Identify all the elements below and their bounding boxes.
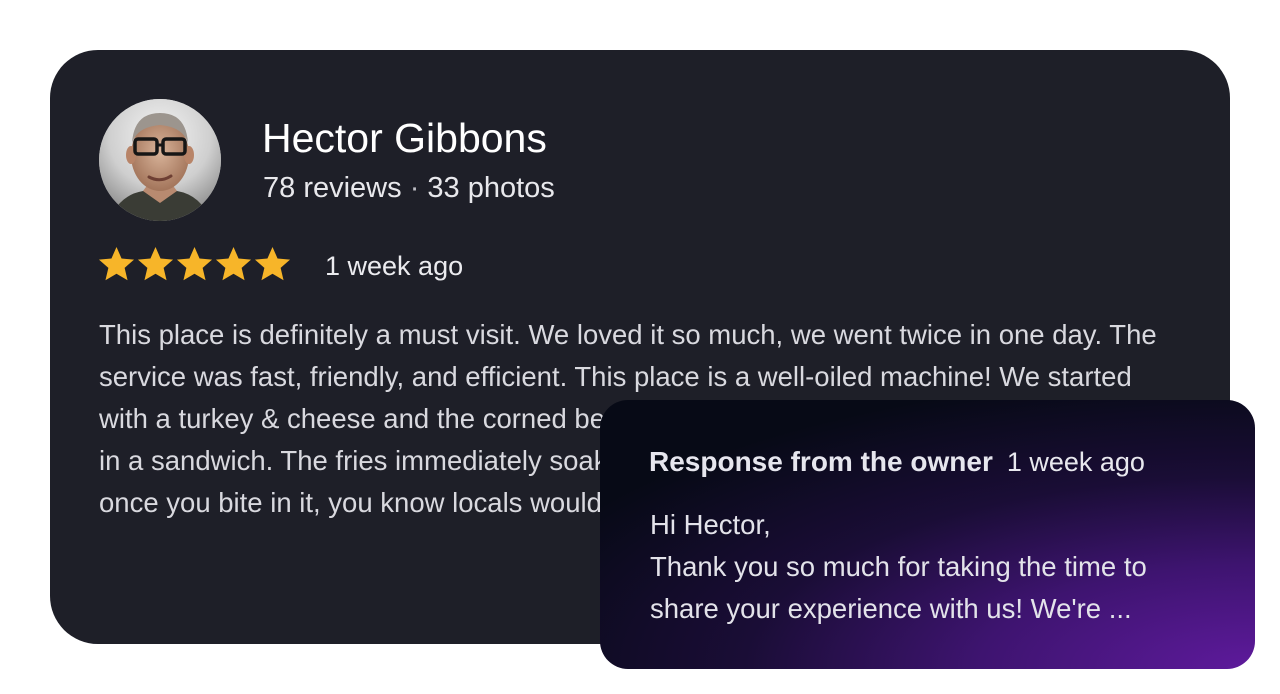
reviews-count: 78 reviews: [263, 172, 402, 204]
star-rating: [97, 244, 292, 284]
review-stage: Hector Gibbons 78 reviews · 33 photos 1 …: [0, 0, 1280, 694]
meta-separator: ·: [409, 172, 420, 204]
owner-response-greeting: Hi Hector,: [650, 509, 771, 540]
owner-response-time: 1 week ago: [1006, 447, 1145, 477]
photos-count: 33 photos: [427, 172, 555, 204]
owner-response-line: Thank you so much for taking the time to: [650, 551, 1147, 582]
avatar[interactable]: [99, 99, 221, 221]
reviewer-name[interactable]: Hector Gibbons: [262, 114, 547, 162]
reviewer-meta: 78 reviews · 33 photos: [263, 170, 555, 206]
star-icon: [137, 246, 174, 281]
owner-response-heading: Response from the owner 1 week ago: [649, 445, 1145, 484]
owner-response-title: Response from the owner: [649, 446, 993, 477]
owner-response-card[interactable]: Response from the owner 1 week ago Hi Hec…: [600, 400, 1255, 669]
star-icon: [176, 246, 213, 281]
star-icon: [98, 246, 135, 281]
star-icon: [215, 246, 252, 281]
owner-response-line: share your experience with us! We're ...: [650, 593, 1132, 624]
star-icon: [254, 246, 291, 281]
owner-response-text: Hi Hector, Thank you so much for taking …: [650, 504, 1230, 630]
review-time: 1 week ago: [325, 251, 464, 281]
avatar-portrait-icon: [99, 99, 221, 221]
